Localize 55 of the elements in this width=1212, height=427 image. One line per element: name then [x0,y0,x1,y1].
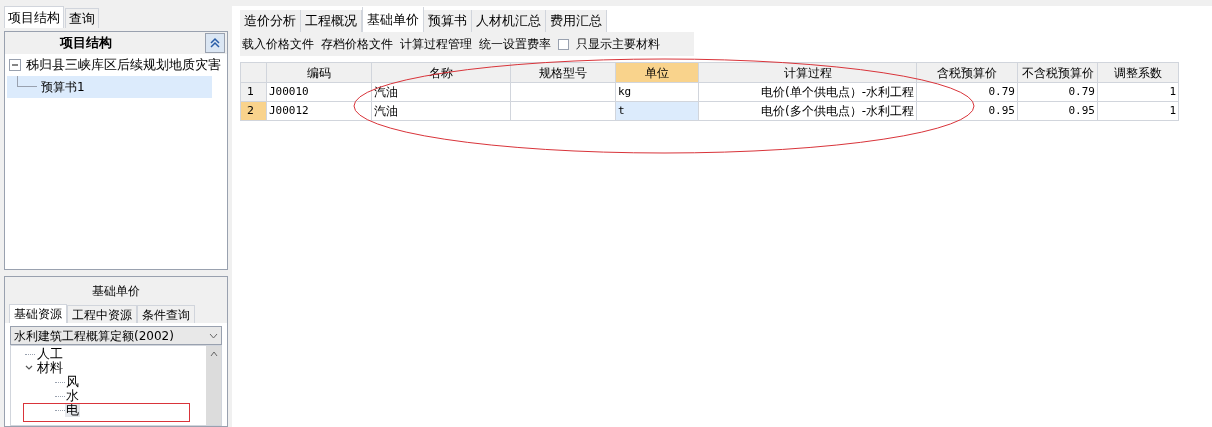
collapse-icon[interactable] [205,33,225,53]
scrollbar[interactable] [206,346,221,425]
column-header[interactable]: 计算过程 [698,62,917,83]
toolbar-button[interactable]: 存档价格文件 [321,35,393,53]
corner-cell [240,62,267,83]
table-cell: J00010 [266,82,372,102]
panel-tab[interactable]: 工程中资源 [67,305,137,323]
tree-item[interactable]: 预算书1 [7,76,212,98]
panel-tab[interactable]: 查询 [65,8,99,28]
column-header[interactable]: 不含税预算价 [1017,62,1098,83]
tab[interactable]: 预算书 [424,10,472,32]
column-header[interactable]: 调整系数 [1097,62,1179,83]
tree-item[interactable]: 风 [65,375,80,389]
checkbox-label[interactable]: 只显示主要材料 [576,35,660,53]
table-cell: 0.95 [1017,101,1098,121]
column-header[interactable]: 名称 [371,62,511,83]
table-cell: 1 [1097,101,1179,121]
tree-item[interactable]: 材料 [37,361,63,375]
tab[interactable]: 基础单价 [362,7,424,32]
table-cell: 电价(多个供电点）-水利工程 [698,101,917,121]
minus-icon [11,61,19,69]
tab[interactable]: 人材机汇总 [472,10,546,32]
table-cell: J00012 [266,101,372,121]
toolbar-button[interactable]: 载入价格文件 [242,35,314,53]
table-cell: 汽油 [371,101,511,121]
tab[interactable]: 工程概况 [301,10,362,32]
collapse-toggle[interactable] [9,59,21,71]
dropdown[interactable]: 水利建筑工程概算定额(2002) [10,326,222,345]
panel-tab[interactable]: 基础资源 [9,304,67,323]
tab[interactable]: 费用汇总 [546,10,607,32]
toolbar-button[interactable]: 计算过程管理 [400,35,472,53]
table-cell: 0.79 [1017,82,1098,102]
tab[interactable]: 造价分析 [240,10,301,32]
tree-item[interactable]: 人工 [37,347,63,361]
table-cell: 电价(单个供电点）-水利工程 [698,82,917,102]
table-cell: kg [615,82,699,102]
toolbar-button[interactable]: 统一设置费率 [479,35,551,53]
table-cell: 0.95 [916,101,1018,121]
chevron-icon[interactable] [25,364,35,372]
chevron-icon [209,332,218,339]
table-cell: 汽油 [371,82,511,102]
tree-item[interactable]: 秭归县三峡库区后续规划地质灾害 [26,55,221,75]
column-header[interactable]: 规格型号 [510,62,616,83]
column-header[interactable]: 编码 [266,62,372,83]
checkbox[interactable] [558,38,569,50]
panel-tab[interactable]: 项目结构 [4,6,64,28]
panel-title: 项目结构 [58,34,113,53]
column-header[interactable]: 单位 [615,62,699,83]
table-cell: 0.79 [916,82,1018,102]
scroll-up-icon[interactable] [209,351,218,357]
column-header[interactable]: 含税预算价 [916,62,1018,83]
panel-title: 基础单价 [5,277,227,304]
table-cell: 1 [1097,82,1179,102]
panel-tab[interactable]: 条件查询 [137,305,195,323]
tree-item[interactable]: 水 [65,389,80,403]
